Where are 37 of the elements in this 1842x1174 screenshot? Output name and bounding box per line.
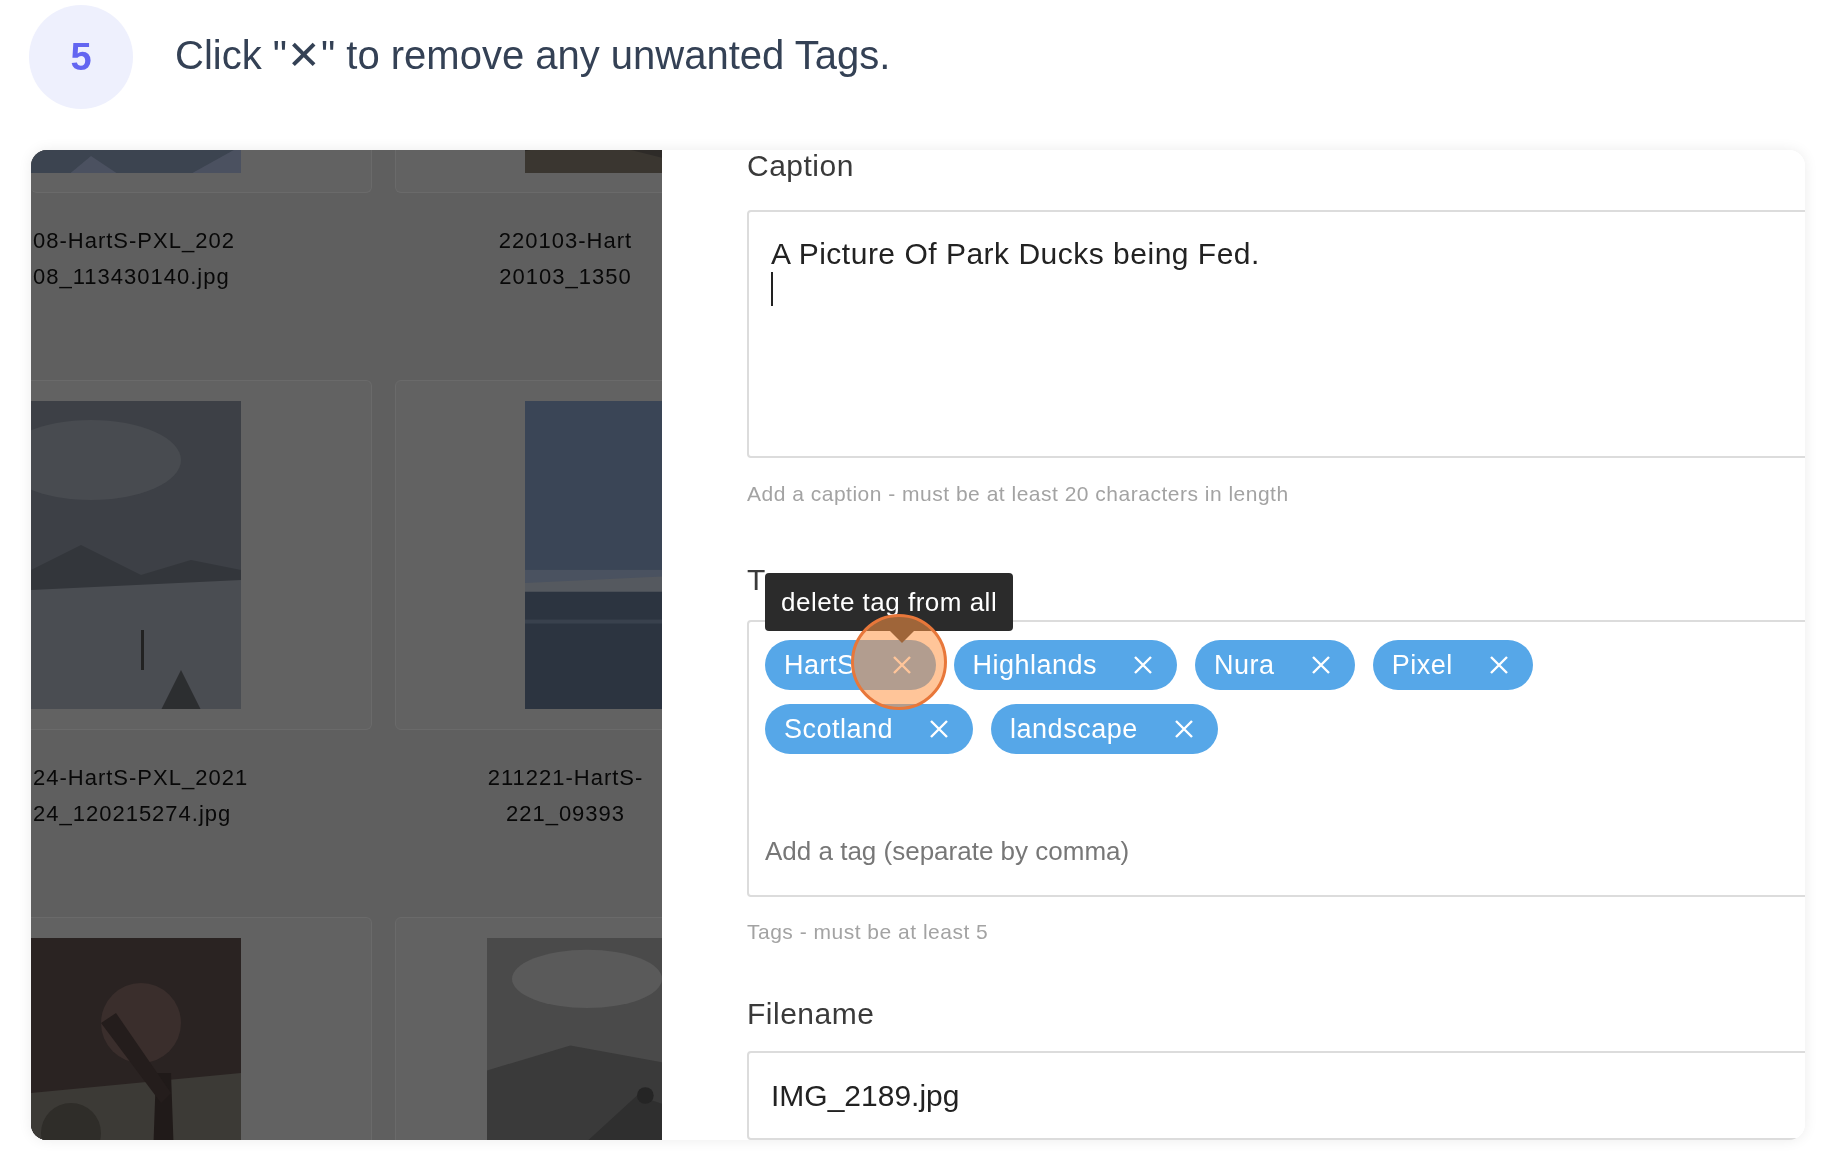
field-label: Caption [747, 150, 855, 182]
file-name: 20103_1350 [498, 263, 633, 291]
tag-chip[interactable]: Nura [1195, 639, 1355, 690]
file-name: 24_120215274.jpg [33, 800, 233, 828]
close-icon[interactable] [929, 718, 950, 739]
tooltip-pointer-icon [889, 630, 914, 643]
tag-chip[interactable]: landscape [991, 703, 1218, 754]
file-name: 221_09393 [504, 800, 627, 828]
file-name: 24-HartS-PXL_2021 [33, 764, 250, 792]
image-tile[interactable] [31, 150, 372, 193]
image-tile[interactable] [395, 380, 662, 730]
tag-chip[interactable]: HartS [765, 639, 936, 690]
close-icon[interactable] [1488, 654, 1509, 675]
file-name: 220103-Hart [497, 227, 634, 255]
close-icon[interactable] [1310, 654, 1331, 675]
tag-chip[interactable]: Pixel [1372, 639, 1533, 690]
image-tile[interactable] [31, 917, 372, 1140]
instruction-text: Click "✕" to remove any unwanted Tags. [175, 32, 891, 79]
tooltip: delete tag from all [765, 572, 1014, 631]
tag-chip[interactable]: Highlands [953, 639, 1178, 690]
field-label: Filename [747, 996, 876, 1031]
close-icon[interactable] [891, 654, 912, 675]
file-name: 08_113430140.jpg [33, 263, 231, 291]
tags-field[interactable]: HartS Highlands Nura Pixel Scotland landscape Add a tag (separate by comma) [747, 619, 1805, 897]
close-icon[interactable] [1173, 718, 1194, 739]
hint-text: Tags - must be at least 5 [747, 918, 990, 945]
caption-field[interactable]: A Picture Of Park Ducks being Fed. [747, 210, 1805, 458]
image-tile[interactable] [395, 150, 662, 193]
file-name: 211221-HartS- [486, 764, 645, 792]
image-tile[interactable] [31, 380, 372, 730]
tag-chip[interactable]: Scotland [765, 703, 974, 754]
filename-field[interactable]: IMG_2189.jpg [747, 1050, 1805, 1140]
hint-text: Add a caption - must be at least 20 characters in length [747, 480, 1290, 507]
file-name: 08-HartS-PXL_202 [33, 227, 236, 255]
step-number: 5 [29, 5, 133, 109]
field-label: T [747, 563, 767, 596]
close-icon[interactable] [1133, 654, 1154, 675]
